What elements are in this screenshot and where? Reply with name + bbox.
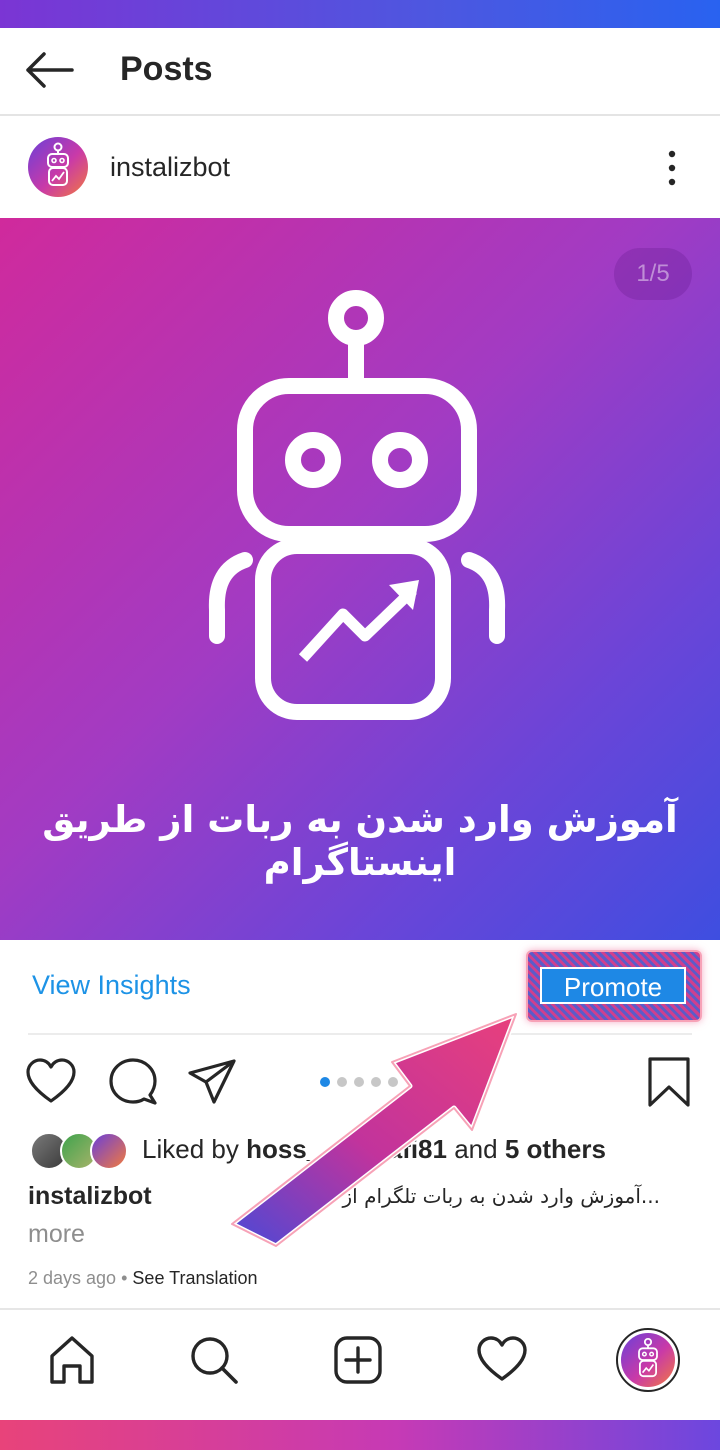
bookmark-icon[interactable] [642,1055,696,1109]
likes-prefix: Liked by [142,1134,239,1164]
post-time: 2 days ago [28,1268,117,1288]
see-translation-link[interactable]: See Translation [132,1268,257,1288]
promote-button[interactable]: Promote [540,967,686,1004]
view-insights-link[interactable]: View Insights [32,970,191,1001]
carousel-dot [337,1077,347,1087]
carousel-dot [371,1077,381,1087]
robot-illustration-icon [208,290,506,720]
post-header: instalizbot [0,120,720,216]
vertical-dots-icon[interactable] [652,148,692,188]
carousel-dot [388,1077,398,1087]
meta-separator: • [121,1268,128,1288]
caption-row: instalizbot ...آموزش وارد شدن به ربات تل… [28,1182,688,1218]
liker-avatar[interactable] [90,1132,128,1170]
add-post-icon[interactable] [330,1332,386,1388]
robot-logo-icon [638,1337,658,1378]
profile-avatar [621,1333,675,1387]
likes-and: and [454,1134,498,1164]
post-avatar[interactable] [28,137,88,197]
activity-heart-icon[interactable] [474,1332,530,1388]
page-title: Posts [120,50,213,88]
robot-logo-icon [47,142,69,186]
bottom-nav [0,1310,720,1420]
likes-summary[interactable]: Liked by hoss___najafi81 and 5 others [142,1134,606,1165]
caption-more-link[interactable]: more [28,1220,85,1249]
back-arrow-icon[interactable] [22,50,76,90]
post-actions [0,1045,720,1125]
top-gradient-strip [0,0,720,28]
insights-divider [28,1033,692,1035]
image-caption-text: آموزش وارد شدن به ربات از طریق اینستاگرا… [42,798,678,884]
liker-username[interactable]: hoss___najafi81 [246,1134,447,1164]
carousel-dot-active [320,1077,330,1087]
post-meta: 2 days ago • See Translation [28,1268,258,1289]
send-icon[interactable] [186,1055,240,1109]
home-icon[interactable] [44,1332,100,1388]
post-image[interactable]: 1/5 آموزش وارد شدن به ربات از طریق اینست… [0,218,720,940]
caption-username[interactable]: instalizbot [28,1182,152,1210]
carousel-counter: 1/5 [614,248,692,300]
comment-icon[interactable] [106,1055,160,1109]
promote-highlight-frame: Promote [526,950,702,1022]
likes-others[interactable]: 5 others [505,1134,606,1164]
caption-ellipsis: ... [640,1184,660,1208]
caption-text: ...آموزش وارد شدن به ربات تلگرام از ... … [262,1184,660,1208]
insights-row: View Insights Promote [0,940,720,1035]
profile-tab-avatar[interactable] [616,1328,680,1392]
app-header: Posts [0,28,720,116]
heart-icon[interactable] [24,1055,78,1109]
likes-row: Liked by hoss___najafi81 and 5 others [30,1130,720,1170]
carousel-dots [320,1074,410,1088]
carousel-dot [354,1077,364,1087]
search-icon[interactable] [186,1332,242,1388]
caption-body: آموزش وارد شدن به ربات تلگرام از ... لین… [261,1184,641,1208]
post-username[interactable]: instalizbot [110,152,230,183]
bottom-gradient-strip [0,1420,720,1450]
